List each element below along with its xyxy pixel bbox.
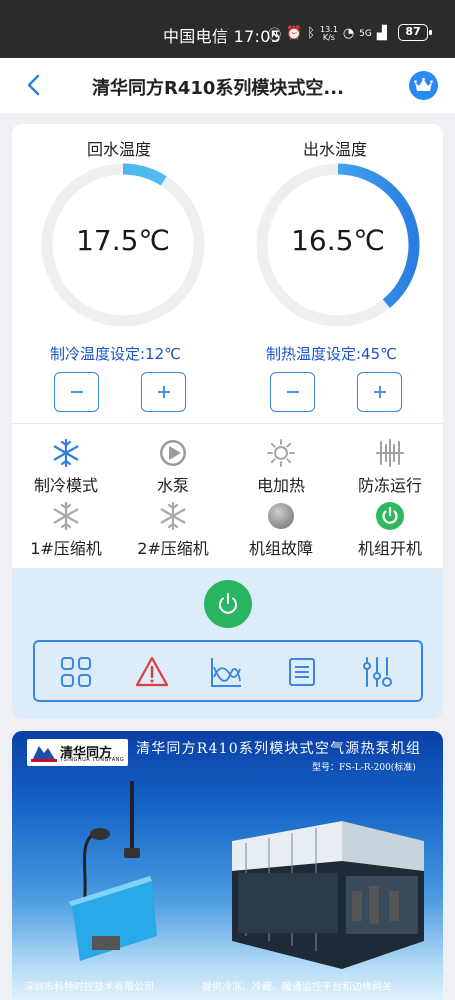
wifi-icon: ◔ xyxy=(342,26,355,41)
status-unit-fault: 机组故障 xyxy=(231,501,331,559)
power-button[interactable] xyxy=(204,580,252,628)
alarm-icon[interactable] xyxy=(135,655,169,689)
banner-company: 深圳市科特时控技术有限公司 xyxy=(24,982,154,993)
page-title: 清华同方R410系列模块式空... xyxy=(92,78,344,99)
outlet-water-value: 16.5℃ xyxy=(291,224,385,257)
pump-icon xyxy=(160,440,186,466)
cell-signal-icon: ▟ xyxy=(376,26,387,41)
bluetooth-icon: ᛒ xyxy=(307,26,316,41)
status-label: 水泵 xyxy=(156,476,189,495)
logo-subtext: TSINGHUA TONGFANG xyxy=(60,757,125,763)
grid-icon[interactable] xyxy=(59,655,93,689)
banner-model: 型号：FS-L-R-200(标准) xyxy=(312,763,416,773)
plus-icon xyxy=(157,386,170,398)
status-label: 机组故障 xyxy=(248,539,313,558)
status-electric-heater: 电加热 xyxy=(231,438,331,496)
heating-decrease-button[interactable] xyxy=(270,372,315,412)
antifreeze-icon xyxy=(376,439,404,467)
carrier-time: 中国电信 17:05 xyxy=(163,27,282,46)
list-icon[interactable] xyxy=(285,655,319,689)
status-water-pump: 水泵 xyxy=(123,438,223,496)
cooling-increase-button[interactable] xyxy=(141,372,186,412)
cooling-decrease-button[interactable] xyxy=(54,372,99,412)
crown-icon xyxy=(414,78,433,91)
minus-icon xyxy=(286,391,299,393)
vip-crown-button[interactable] xyxy=(409,71,438,100)
signal-label: 5G xyxy=(359,28,372,39)
status-label: 机组开机 xyxy=(357,539,422,558)
heater-icon xyxy=(267,439,295,467)
banner-service: 提供冷冻、冷藏、暖通监控平台和边缘网关 xyxy=(202,982,392,993)
status-label: 防冻运行 xyxy=(357,476,422,495)
banner-title: 清华同方R410系列模块式空气源热泵机组 xyxy=(136,741,422,757)
power-on-icon xyxy=(376,502,404,530)
main-card: 回水温度 17.5℃ 出水温度 16.5℃ 制冷温度设定:12℃ 制热温度设定:… xyxy=(12,124,443,719)
heating-increase-button[interactable] xyxy=(357,372,402,412)
heating-setpoint: 制热温度设定:45℃ xyxy=(266,345,397,363)
snowflake-icon xyxy=(53,438,79,468)
back-arrow-icon[interactable] xyxy=(22,72,48,98)
logo-mark-icon xyxy=(31,746,57,762)
section-divider xyxy=(12,423,443,424)
minus-icon xyxy=(70,391,83,393)
chart-icon[interactable] xyxy=(209,655,243,689)
compressor-icon xyxy=(160,501,186,531)
cooling-setpoint: 制冷温度设定:12℃ xyxy=(50,345,181,363)
status-label: 电加热 xyxy=(256,476,305,495)
nav-bar: 清华同方R410系列模块式空... xyxy=(0,58,455,113)
status-label: 2#压缩机 xyxy=(137,539,209,558)
fault-icon xyxy=(268,503,294,529)
status-label: 制冷模式 xyxy=(33,476,98,495)
compressor-icon xyxy=(53,501,79,531)
gateway-device-illustration xyxy=(68,781,157,961)
net-speed: 13.1 K/s xyxy=(320,25,338,42)
product-banner[interactable]: 清华同方 TSINGHUA TONGFANG 清华同方R410系列模块式空气源热… xyxy=(12,731,443,1000)
battery-indicator: 87 xyxy=(398,24,432,41)
return-water-value: 17.5℃ xyxy=(76,224,170,257)
power-icon xyxy=(219,593,237,614)
net-speed-unit: K/s xyxy=(322,32,335,42)
status-antifreeze: 防冻运行 xyxy=(340,438,440,496)
status-compressor-1: 1#压缩机 xyxy=(16,501,116,559)
outlet-water-label: 出水温度 xyxy=(303,140,368,159)
control-panel xyxy=(12,568,443,719)
status-label: 1#压缩机 xyxy=(30,539,102,558)
plus-icon xyxy=(373,386,386,398)
return-water-label: 回水温度 xyxy=(87,140,152,159)
bottom-toolbar xyxy=(33,640,423,702)
status-bar: 中国电信 17:05 Ⓝ ⏰ ᛒ 13.1 K/s ◔ 5G ▟ 87 xyxy=(0,0,455,58)
alarm-clock-icon: ⏰ xyxy=(286,26,303,41)
status-cooling-mode: 制冷模式 xyxy=(16,438,116,496)
nfc-icon: Ⓝ xyxy=(268,28,282,43)
status-compressor-2: 2#压缩机 xyxy=(123,501,223,559)
status-unit-on: 机组开机 xyxy=(340,501,440,559)
status-icons: Ⓝ ⏰ ᛒ 13.1 K/s ◔ 5G ▟ xyxy=(268,24,387,43)
heat-pump-unit-illustration xyxy=(232,821,424,969)
settings-icon[interactable] xyxy=(360,655,394,689)
brand-logo: 清华同方 TSINGHUA TONGFANG xyxy=(27,739,128,766)
